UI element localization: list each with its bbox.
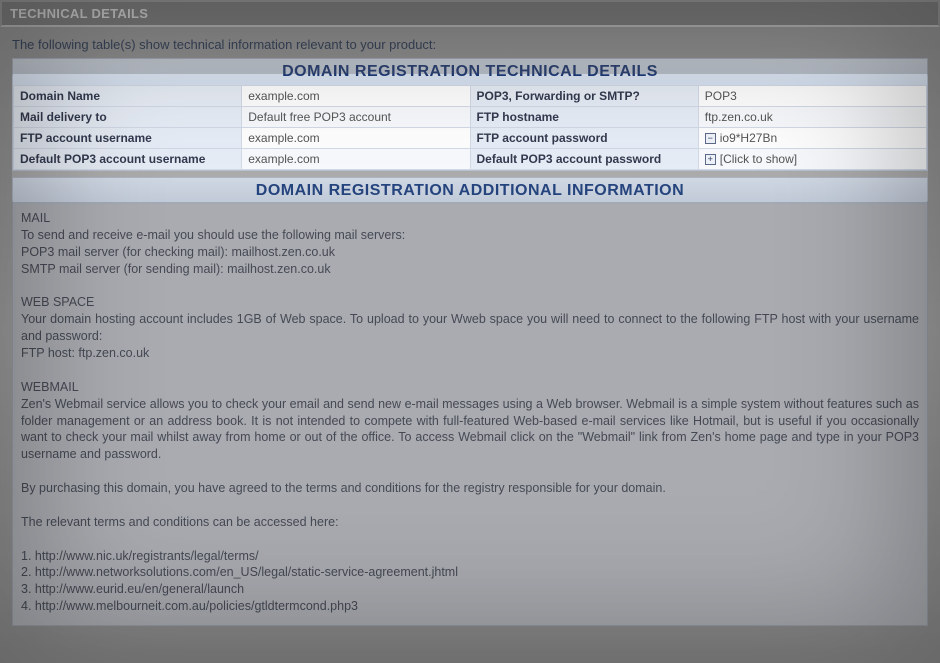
- label-ftp-hostname: FTP hostname: [470, 107, 698, 128]
- table-row: Mail delivery to Default free POP3 accou…: [14, 107, 927, 128]
- value-pop3-username: example.com: [242, 149, 470, 170]
- expand-icon[interactable]: +: [705, 154, 716, 165]
- collapse-icon[interactable]: −: [705, 133, 716, 144]
- webmail-header: WEBMAIL: [21, 379, 919, 396]
- value-ftp-password: − io9*H27Bn: [698, 128, 926, 149]
- content-area: The following table(s) show technical in…: [0, 27, 940, 636]
- webspace-header: WEB SPACE: [21, 294, 919, 311]
- additional-info-body: MAIL To send and receive e-mail you shou…: [13, 204, 927, 625]
- terms-link[interactable]: 1. http://www.nic.uk/registrants/legal/t…: [21, 548, 919, 565]
- label-pop3-username: Default POP3 account username: [14, 149, 242, 170]
- terms-intro: The relevant terms and conditions can be…: [21, 514, 919, 531]
- webspace-line: Your domain hosting account includes 1GB…: [21, 311, 919, 345]
- value-pop3-password: + [Click to show]: [698, 149, 926, 170]
- mail-line: To send and receive e-mail you should us…: [21, 227, 919, 244]
- table-row: Default POP3 account username example.co…: [14, 149, 927, 170]
- webmail-body: Zen's Webmail service allows you to chec…: [21, 396, 919, 464]
- label-ftp-username: FTP account username: [14, 128, 242, 149]
- label-mail-delivery: Mail delivery to: [14, 107, 242, 128]
- webspace-line: FTP host: ftp.zen.co.uk: [21, 345, 919, 362]
- ftp-password-text: io9*H27Bn: [720, 131, 777, 145]
- table-row: FTP account username example.com FTP acc…: [14, 128, 927, 149]
- terms-link[interactable]: 2. http://www.networksolutions.com/en_US…: [21, 564, 919, 581]
- value-ftp-hostname: ftp.zen.co.uk: [698, 107, 926, 128]
- tech-details-title: DOMAIN REGISTRATION TECHNICAL DETAILS: [13, 59, 927, 85]
- label-ftp-password: FTP account password: [470, 128, 698, 149]
- tech-details-panel: DOMAIN REGISTRATION TECHNICAL DETAILS Do…: [12, 58, 928, 171]
- intro-text: The following table(s) show technical in…: [12, 37, 928, 52]
- tech-details-table: Domain Name example.com POP3, Forwarding…: [13, 85, 927, 170]
- value-ftp-username: example.com: [242, 128, 470, 149]
- additional-info-panel: DOMAIN REGISTRATION ADDITIONAL INFORMATI…: [12, 177, 928, 626]
- value-domain-name: example.com: [242, 86, 470, 107]
- additional-info-title: DOMAIN REGISTRATION ADDITIONAL INFORMATI…: [13, 178, 927, 204]
- page-container: TECHNICAL DETAILS The following table(s)…: [0, 0, 940, 663]
- purchase-note: By purchasing this domain, you have agre…: [21, 480, 919, 497]
- mail-line: SMTP mail server (for sending mail): mai…: [21, 261, 919, 278]
- value-mail-delivery: Default free POP3 account: [242, 107, 470, 128]
- mail-line: POP3 mail server (for checking mail): ma…: [21, 244, 919, 261]
- terms-link[interactable]: 4. http://www.melbourneit.com.au/policie…: [21, 598, 919, 615]
- mail-header: MAIL: [21, 210, 919, 227]
- terms-link[interactable]: 3. http://www.eurid.eu/en/general/launch: [21, 581, 919, 598]
- label-pop3-fwd-smtp: POP3, Forwarding or SMTP?: [470, 86, 698, 107]
- label-domain-name: Domain Name: [14, 86, 242, 107]
- table-row: Domain Name example.com POP3, Forwarding…: [14, 86, 927, 107]
- value-pop3-fwd-smtp: POP3: [698, 86, 926, 107]
- label-pop3-password: Default POP3 account password: [470, 149, 698, 170]
- section-header: TECHNICAL DETAILS: [0, 0, 940, 27]
- pop3-password-text[interactable]: [Click to show]: [720, 152, 797, 166]
